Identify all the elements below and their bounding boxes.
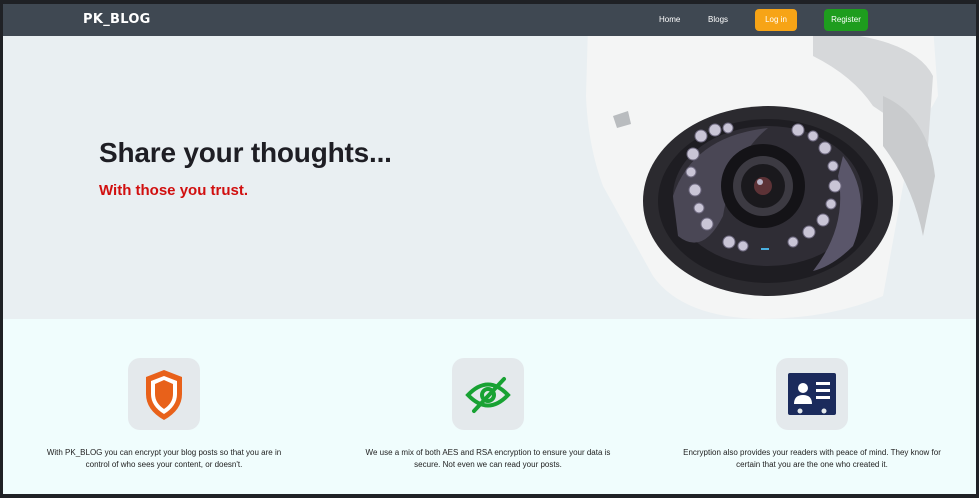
browser-viewport: PK_BLOG Home Blogs Log in Register Share… [3,4,976,494]
feature-text-encrypt: With PK_BLOG you can encrypt your blog p… [46,448,282,469]
nav-link-home[interactable]: Home [659,15,680,24]
hero-section: Share your thoughts... With those you tr… [3,36,976,319]
login-button[interactable]: Log in [755,9,797,31]
id-card-icon [788,373,836,415]
feature-icon-box-encrypt [128,358,200,430]
brand-logo[interactable]: PK_BLOG [83,12,151,27]
feature-icon-box-author [776,358,848,430]
shield-icon [146,370,182,420]
hero-subtitle: With those you trust. [99,182,249,199]
register-button[interactable]: Register [824,9,868,31]
hero-title: Share your thoughts... [99,137,392,168]
feature-text-secure: We use a mix of both AES and RSA encrypt… [365,448,611,469]
feature-icon-box-secure [452,358,524,430]
security-camera-image [586,36,938,319]
feature-text-author: Encryption also provides your readers wi… [683,448,941,469]
features-section: With PK_BLOG you can encrypt your blog p… [3,319,976,494]
nav-link-blogs[interactable]: Blogs [708,15,728,24]
navbar: PK_BLOG Home Blogs Log in Register [3,4,976,36]
eye-slash-icon [465,377,511,413]
